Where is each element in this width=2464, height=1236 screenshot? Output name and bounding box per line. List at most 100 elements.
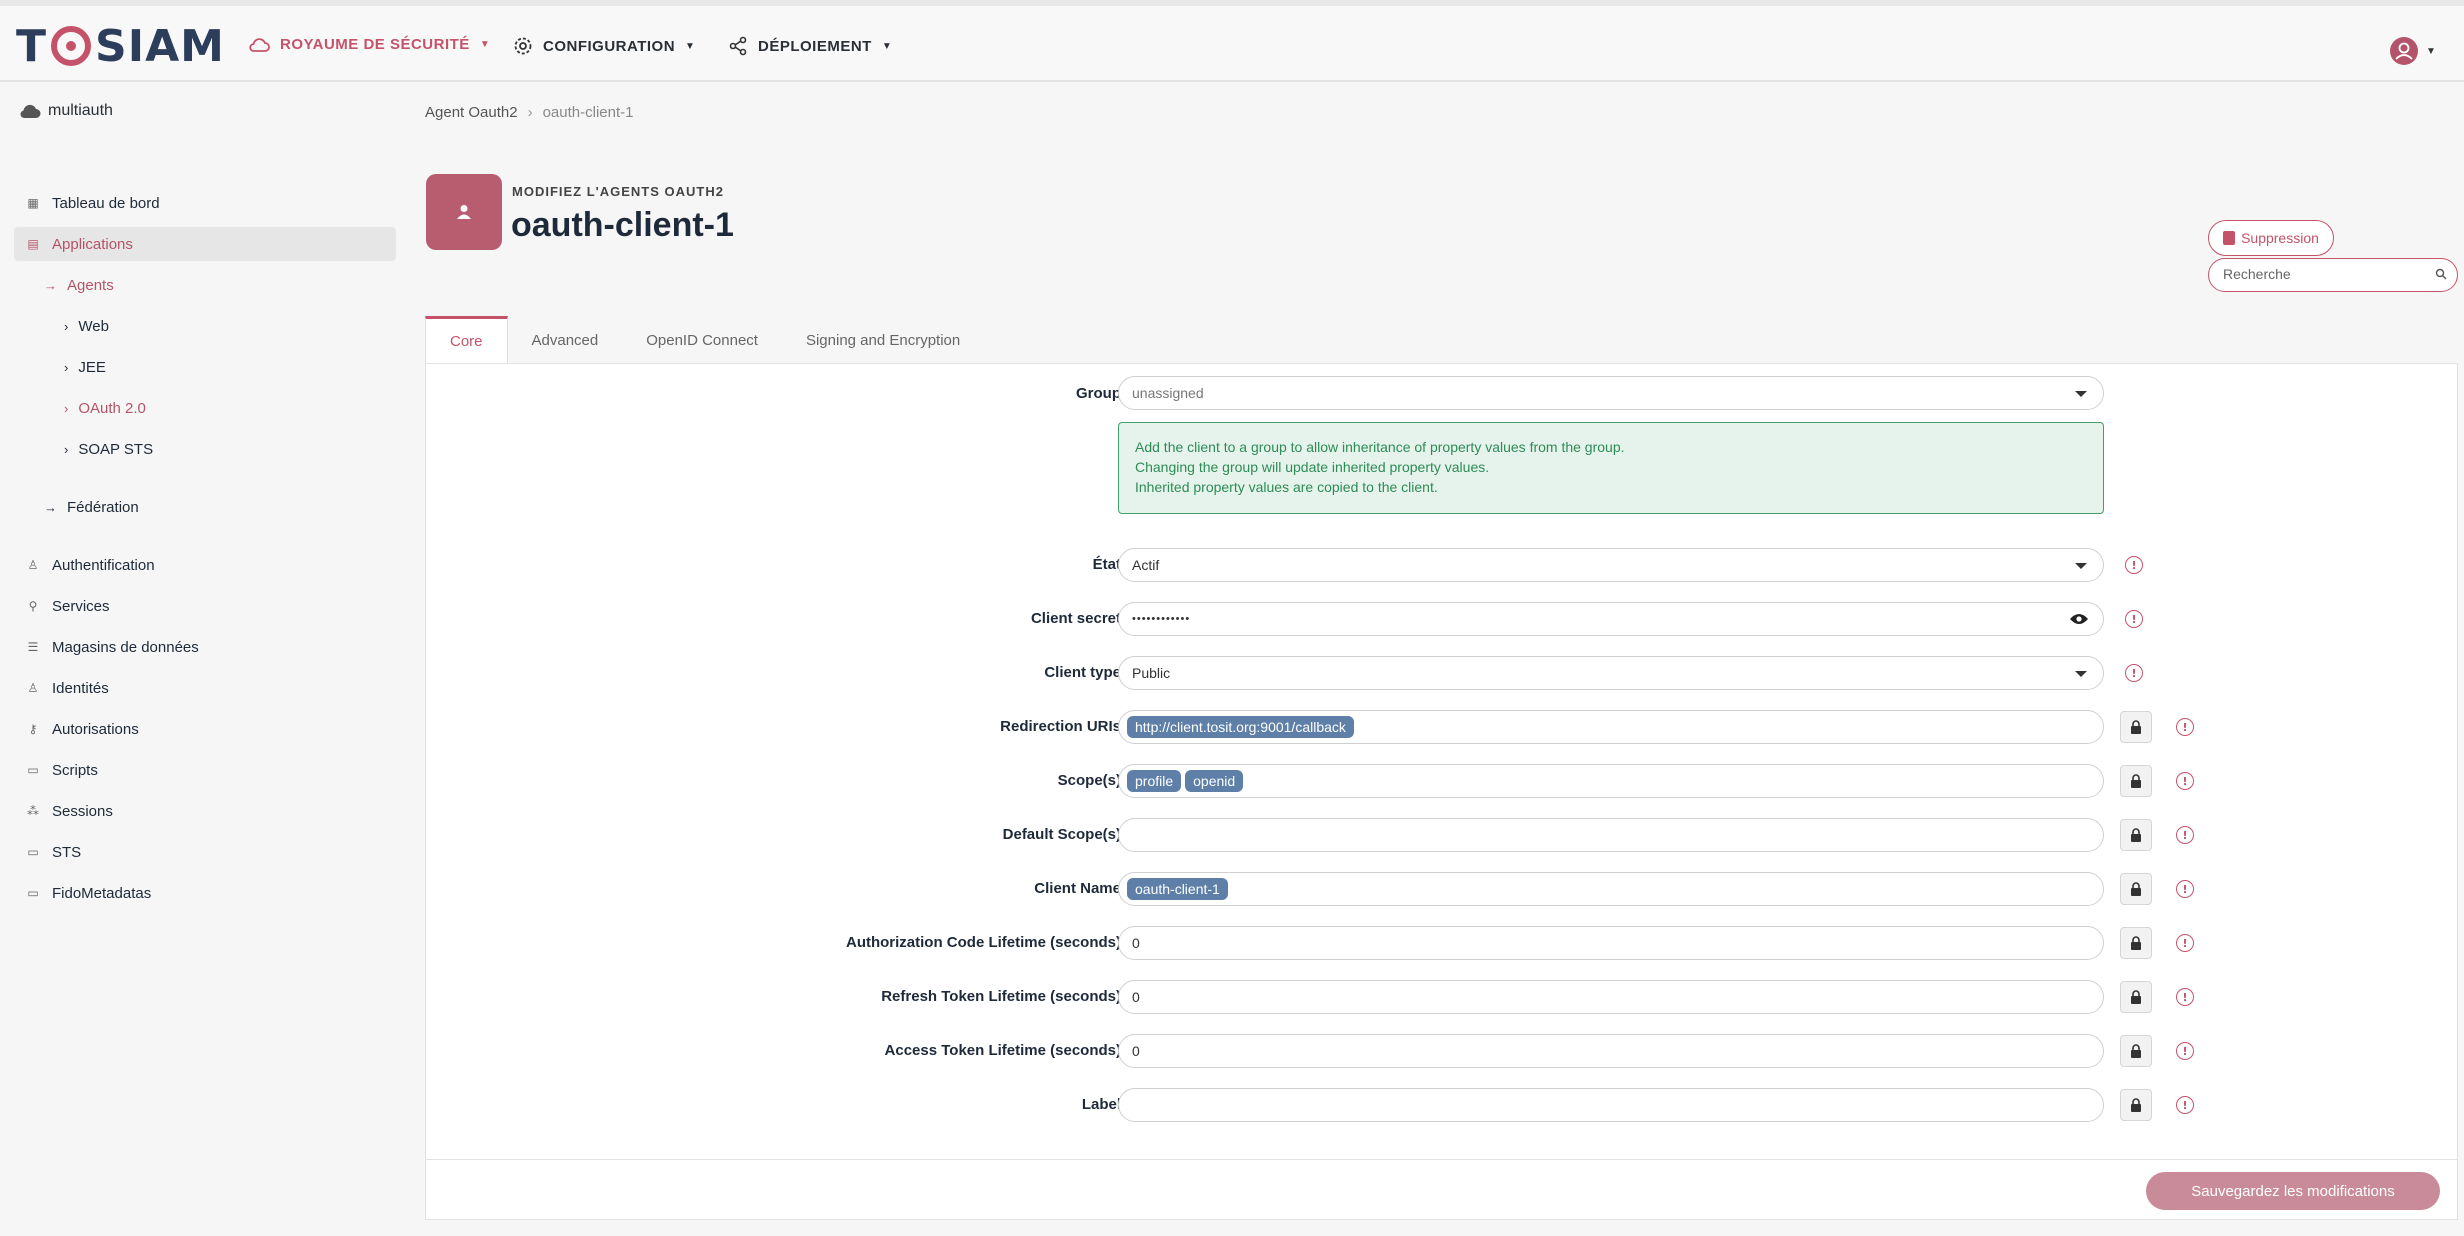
form-footer: Sauvegardez les modifications [426, 1159, 2457, 1219]
label-input[interactable] [1118, 1088, 2104, 1122]
sidebar-item-authorizations[interactable]: ⚷ Autorisations [14, 712, 396, 746]
chevron-down-icon: ▼ [2426, 45, 2436, 57]
sidebar-item-soap-sts[interactable]: › SOAP STS [64, 432, 396, 466]
lock-button[interactable] [2120, 711, 2152, 743]
redirection-uris-input[interactable]: http://client.tosit.org:9001/callback [1118, 710, 2104, 744]
delete-button[interactable]: Suppression [2208, 220, 2334, 256]
sidebar-item-label: Sessions [52, 802, 113, 820]
sidebar-item-label: Applications [52, 235, 133, 253]
user-icon [457, 205, 471, 219]
sidebar-item-label: Autorisations [52, 720, 139, 738]
nav-deployment-label: DÉPLOIEMENT [758, 37, 872, 55]
tosiam-logo[interactable]: T SIAM [16, 21, 225, 72]
tab-signing-encryption[interactable]: Signing and Encryption [782, 316, 984, 364]
sidebar-item-label: STS [52, 843, 82, 861]
sidebar-item-label: OAuth 2.0 [78, 399, 146, 417]
tab-advanced[interactable]: Advanced [508, 316, 623, 364]
sidebar-item-data-stores[interactable]: ☰ Magasins de données [14, 630, 396, 664]
sidebar-item-fido-metadatas[interactable]: ▭ FidoMetadatas [14, 876, 396, 910]
label-field-label: Label [1081, 1096, 1121, 1113]
etat-label: État [1092, 556, 1121, 573]
sidebar-item-services[interactable]: ⚲ Services [14, 589, 396, 623]
scopes-input[interactable]: profile openid [1118, 764, 2104, 798]
lock-icon [2131, 1044, 2141, 1058]
sidebar-item-label: Identités [52, 679, 109, 697]
sidebar-item-sts[interactable]: ▭ STS [14, 835, 396, 869]
nav-security-realm[interactable]: ROYAUME DE SÉCURITÉ ▼ [248, 36, 490, 53]
tab-core[interactable]: Core [425, 316, 508, 364]
info-icon[interactable]: ! [2176, 772, 2194, 790]
info-icon[interactable]: ! [2125, 556, 2143, 574]
client-type-select[interactable]: Public [1118, 656, 2104, 690]
default-scopes-input[interactable] [1118, 818, 2104, 852]
sidebar-item-dashboard[interactable]: ▦ Tableau de bord [14, 186, 396, 220]
logo-text-right: SIAM [95, 20, 225, 72]
client-secret-input[interactable]: •••••••••••• [1118, 602, 2104, 636]
group-select[interactable]: unassigned [1118, 376, 2104, 410]
user-menu[interactable]: ▼ [2390, 37, 2436, 65]
etat-select[interactable]: Actif [1118, 548, 2104, 582]
cloud-icon [249, 37, 270, 52]
realm-indicator[interactable]: multiauth [18, 102, 113, 120]
sidebar-item-label: Authentification [52, 556, 155, 574]
lock-button[interactable] [2120, 981, 2152, 1013]
card-icon: ▭ [27, 886, 39, 900]
logo-target-icon [51, 26, 92, 66]
trash-icon [2223, 231, 2236, 245]
client-name-chip[interactable]: oauth-client-1 [1127, 878, 1228, 900]
tab-openid-connect[interactable]: OpenID Connect [622, 316, 782, 364]
tab-bar: Core Advanced OpenID Connect Signing and… [425, 316, 984, 364]
lock-button[interactable] [2120, 873, 2152, 905]
lock-button[interactable] [2120, 819, 2152, 851]
sidebar-item-identities[interactable]: ♙ Identités [14, 671, 396, 705]
info-icon[interactable]: ! [2176, 826, 2194, 844]
access-token-lifetime-input[interactable]: 0 [1118, 1034, 2104, 1068]
uri-chip[interactable]: http://client.tosit.org:9001/callback [1127, 716, 1354, 738]
lock-icon [2131, 882, 2141, 896]
info-icon[interactable]: ! [2125, 610, 2143, 628]
sidebar-item-federation[interactable]: → Fédération [44, 490, 396, 524]
applications-icon: ▤ [27, 237, 39, 251]
lock-button[interactable] [2120, 1035, 2152, 1067]
core-panel: Group unassigned Add the client to a gro… [425, 363, 2458, 1220]
delete-button-label: Suppression [2241, 230, 2319, 246]
nav-security-realm-label: ROYAUME DE SÉCURITÉ [280, 36, 470, 53]
info-icon[interactable]: ! [2176, 1042, 2194, 1060]
info-icon[interactable]: ! [2176, 880, 2194, 898]
save-button[interactable]: Sauvegardez les modifications [2146, 1172, 2440, 1210]
default-scopes-label: Default Scope(s) [1002, 826, 1121, 843]
client-type-label: Client type [1044, 664, 1121, 681]
chevron-right-icon: › [64, 359, 69, 375]
info-icon[interactable]: ! [2176, 1096, 2194, 1114]
refresh-token-lifetime-input[interactable]: 0 [1118, 980, 2104, 1014]
sidebar-item-oauth2[interactable]: › OAuth 2.0 [64, 391, 396, 425]
scope-chip[interactable]: profile [1127, 770, 1182, 792]
scope-chip[interactable]: openid [1185, 770, 1244, 792]
nav-deployment[interactable]: DÉPLOIEMENT ▼ [728, 36, 892, 56]
sidebar-item-label: Fédération [67, 498, 139, 516]
search-input[interactable] [2223, 259, 2423, 289]
info-icon[interactable]: ! [2125, 664, 2143, 682]
sidebar-item-sessions[interactable]: ⁂ Sessions [14, 794, 396, 828]
sidebar-item-agents[interactable]: → Agents [44, 268, 396, 302]
eye-icon[interactable] [2069, 612, 2089, 626]
breadcrumb-agent-oauth2[interactable]: Agent Oauth2 [425, 104, 518, 121]
caret-down-icon [2075, 391, 2087, 397]
sidebar-item-applications[interactable]: ▤ Applications [14, 227, 396, 261]
sidebar-item-web[interactable]: › Web [64, 309, 396, 343]
lock-button[interactable] [2120, 765, 2152, 797]
sidebar-item-jee[interactable]: › JEE [64, 350, 396, 384]
client-name-input[interactable]: oauth-client-1 [1118, 872, 2104, 906]
info-icon[interactable]: ! [2176, 988, 2194, 1006]
info-icon[interactable]: ! [2176, 934, 2194, 952]
oauth-agent-avatar [426, 174, 502, 250]
lock-button[interactable] [2120, 1089, 2152, 1121]
sidebar-item-scripts[interactable]: ▭ Scripts [14, 753, 396, 787]
sidebar-item-authentication[interactable]: ♙ Authentification [14, 548, 396, 582]
chevron-right-icon: › [64, 441, 69, 457]
card-icon: ▭ [27, 845, 39, 859]
auth-code-lifetime-input[interactable]: 0 [1118, 926, 2104, 960]
nav-configuration[interactable]: CONFIGURATION ▼ [513, 36, 695, 56]
lock-button[interactable] [2120, 927, 2152, 959]
info-icon[interactable]: ! [2176, 718, 2194, 736]
